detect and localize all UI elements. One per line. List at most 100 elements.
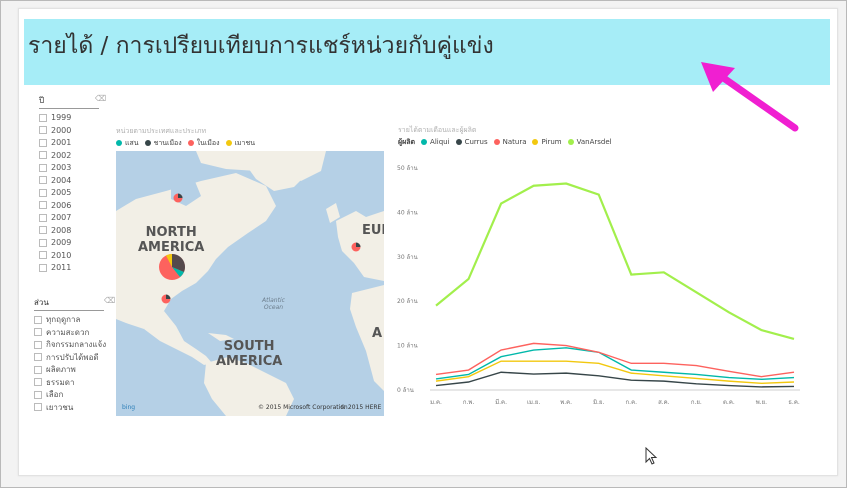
checkbox-icon[interactable] [39,126,47,134]
segment-slicer-item[interactable]: ธรรมดา [34,377,106,390]
segment-slicer-item[interactable]: การปรับได้พอดี [34,352,106,365]
y-tick-label: 20 ล้าน [397,298,418,305]
map-visual[interactable]: NORTH AMERICA SOUTH AMERICA EUR A Atlant… [116,151,384,416]
segment-slicer-item-label: ผลิตภาพ [46,365,76,374]
legend-item[interactable]: ในเมือง [187,138,220,149]
x-tick-label: พ.ย. [756,399,767,406]
year-slicer-item[interactable]: 2010 [39,250,99,263]
map-label-europe: EUR [362,223,384,238]
y-tick-label: 50 ล้าน [397,165,418,172]
segment-slicer-item-label: ทุกฤดูกาล [46,315,81,324]
year-slicer-item-label: 2004 [51,175,72,185]
legend-item[interactable]: Aliqui [421,138,450,146]
year-slicer-item[interactable]: 2009 [39,237,99,250]
x-tick-label: พ.ค. [560,399,572,406]
legend-dot-icon [493,139,500,145]
y-tick-label: 0 ล้าน [397,387,414,394]
checkbox-icon[interactable] [39,163,47,172]
year-slicer-item-label: 2010 [51,250,72,260]
x-tick-label: ก.ย. [691,399,702,406]
year-slicer-item[interactable]: 2008 [39,225,99,238]
legend-item[interactable]: Currus [455,138,488,146]
year-slicer-item[interactable]: 2004 [39,175,99,188]
year-slicer-item[interactable]: 2011 [39,262,99,275]
legend-title: ผู้ผลิต [398,138,416,146]
year-slicer-item[interactable]: 2003 [39,162,99,175]
checkbox-icon[interactable] [39,201,47,209]
legend-dot-icon [455,139,462,145]
checkbox-icon[interactable] [39,238,47,247]
legend-item[interactable]: VanArsdel [567,138,612,146]
year-slicer: ปี 1999 2000 2001 2002 2003 2004 2005 2006 2007 2… [39,94,99,275]
page-title: รายได้ / การเปรียบเทียบการแชร์หน่วยกับคู… [28,33,494,59]
checkbox-icon[interactable] [39,263,47,272]
checkbox-icon[interactable] [34,403,42,411]
legend-dot-icon [421,139,428,145]
year-slicer-item[interactable]: 2001 [39,137,99,150]
legend-dot-icon [116,140,122,146]
map-label-south-america: SOUTH AMERICA [216,339,283,369]
checkbox-icon[interactable] [34,315,42,324]
series-line-currus[interactable] [435,371,795,388]
year-slicer-item[interactable]: 2007 [39,212,99,225]
checkbox-icon[interactable] [39,113,47,122]
checkbox-icon[interactable] [34,353,42,361]
legend-item[interactable]: เมาชน [225,138,255,149]
year-slicer-item[interactable]: 2006 [39,200,99,213]
segment-slicer-item[interactable]: ทุกฤดูกาล [34,314,106,327]
series-line-pirum[interactable] [435,360,795,385]
checkbox-icon[interactable] [39,251,47,259]
year-slicer-item-label: 2006 [51,200,72,210]
series-line-natura[interactable] [435,342,795,378]
year-slicer-item-label: 1999 [51,113,72,122]
legend-item[interactable]: Pirum [532,138,562,146]
series-line-vanarsdel[interactable] [435,182,795,341]
segment-slicer-item-label: ความสะดวก [46,327,90,337]
checkbox-icon[interactable] [34,378,42,386]
segment-slicer-item[interactable]: เลือก [34,389,106,402]
pie-mexico[interactable] [161,294,171,304]
segment-slicer-item[interactable]: เยาวชน [34,402,106,415]
year-slicer-item-label: 2000 [51,125,72,135]
segment-slicer-item[interactable]: ผลิตภาพ [34,364,106,377]
segment-slicer-item[interactable]: ความสะดวก [34,327,106,340]
checkbox-icon[interactable] [39,176,47,184]
line-chart-title: รายได้ตามเดือนและผู้ผลิต [398,126,477,134]
checkbox-icon[interactable] [34,390,42,399]
series-line-aliqui[interactable] [435,347,795,381]
legend-label: Aliqui [430,138,450,146]
legend-item[interactable]: Natura [493,138,526,146]
pie-canada[interactable] [173,193,183,203]
year-slicer-item-label: 2007 [51,213,72,222]
pie-europe[interactable] [351,242,361,252]
legend-item[interactable]: แสน [116,138,139,149]
legend-dot-icon [187,140,194,146]
segment-slicer: ส่วน ทุกฤดูกาล ความสะดวก กิจกรรมกลางแจ้ง กา… [34,296,106,414]
y-tick-label: 40 ล้าน [397,209,418,216]
year-slicer-item[interactable]: 2005 [39,187,99,200]
year-slicer-item[interactable]: 2002 [39,150,99,163]
x-tick-label: เม.ย. [527,399,540,406]
segment-slicer-item[interactable]: กิจกรรมกลางแจ้ง [34,339,106,352]
checkbox-icon[interactable] [39,138,47,147]
x-tick-label: ม.ค. [430,399,442,406]
legend-dot-icon [532,139,539,145]
pie-usa[interactable] [159,254,185,280]
checkbox-icon[interactable] [34,365,42,374]
segment-slicer-item-label: เยาวชน [46,402,74,412]
year-slicer-item[interactable]: 2000 [39,125,99,138]
map-copyright-microsoft: © 2015 Microsoft Corporation [258,404,348,411]
segment-eraser-icon[interactable]: ⌫ [104,296,115,305]
year-eraser-icon[interactable]: ⌫ [95,94,106,103]
line-chart[interactable]: 50 ล้าน 40 ล้าน 30 ล้าน 20 ล้าน 10 ล้าน 0 ล้า… [395,150,807,408]
segment-slicer-item-label: ธรรมดา [46,377,75,387]
bing-logo: bing [122,404,136,411]
checkbox-icon[interactable] [39,151,47,159]
checkbox-icon[interactable] [39,213,47,222]
checkbox-icon[interactable] [34,328,42,336]
checkbox-icon[interactable] [39,226,47,234]
checkbox-icon[interactable] [39,188,47,197]
year-slicer-item[interactable]: 1999 [39,112,99,125]
legend-item[interactable]: ชานเมือง [144,138,182,149]
checkbox-icon[interactable] [34,340,42,349]
